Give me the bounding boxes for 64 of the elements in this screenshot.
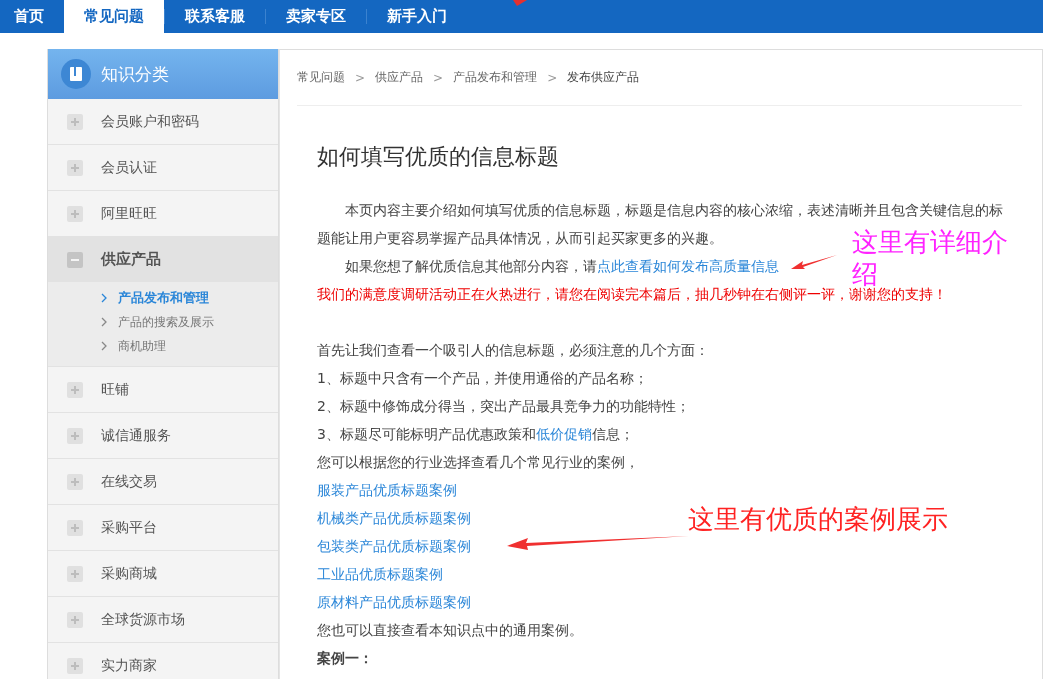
chevron-icon [101,317,108,327]
category-item[interactable]: 会员账户和密码 [48,99,278,144]
category-item[interactable]: 在线交易 [48,459,278,504]
category-item[interactable]: 采购平台 [48,505,278,550]
category-item[interactable]: 供应产品 [48,237,278,282]
plus-icon [67,381,83,398]
subcategory-link[interactable]: 产品发布和管理 [101,286,278,310]
sidebar-title: 知识分类 [101,62,169,86]
plus-icon [67,205,83,222]
case-link[interactable]: 服装产品优质标题案例 [317,482,457,498]
category-item[interactable]: 全球货源市场 [48,597,278,642]
inline-link[interactable]: 低价促销 [535,426,592,442]
category-item[interactable]: 采购商城 [48,551,278,596]
subcategory-link[interactable]: 商机助理 [101,334,278,358]
intro-paragraph-line: 本页内容主要介绍如何填写优质的信息标题，标题是信息内容的核心浓缩，表述清晰并且包含关键信息的标 [344,201,1003,220]
plus-icon [67,657,83,674]
survey-notice: 我们的满意度调研活动正在火热进行，请您在阅读完本篇后，抽几秒钟在右侧评一评，谢谢您的支持！ [317,286,948,304]
case-link[interactable]: 工业品优质标题案例 [317,566,443,582]
nav-tab[interactable]: 首页 [0,0,64,33]
section-heading: 案例一： [317,649,374,668]
category-item[interactable]: 会员认证 [48,145,278,190]
chevron-icon [101,293,108,303]
category-item[interactable]: 实力商家 [48,643,278,679]
plus-icon [67,519,83,536]
breadcrumb-separator: > [355,70,366,85]
article-link[interactable]: 点此查看如何发布高质量信息 [597,258,779,274]
category-item[interactable]: 阿里旺旺 [48,191,278,236]
plus-icon [67,473,83,490]
minus-icon [67,251,83,268]
arrow-tip-icon [513,0,527,6]
breadcrumb-link[interactable]: 发布供应产品 [567,69,640,86]
article-title: 如何填写优质的信息标题 [317,143,560,171]
case-link[interactable]: 包装类产品优质标题案例 [317,538,471,554]
plus-icon [67,427,83,444]
breadcrumb-link[interactable]: 常见问题 [297,69,345,86]
breadcrumb-separator: > [547,70,558,85]
intro-paragraph-line: 题能让用户更容易掌握产品具体情况，从而引起买家更多的兴趣。 [317,229,723,248]
text-line: 2、标题中修饰成分得当，突出产品最具竞争力的功能特性； [317,397,691,416]
breadcrumb-link[interactable]: 供应产品 [375,69,424,86]
nav-tab[interactable]: 新手入门 [367,0,467,33]
intro-paragraph: 如果您想了解优质信息其他部分内容，请点此查看如何发布高质量信息 [344,257,779,276]
text-line: 您也可以直接查看本知识点中的通用案例。 [317,621,584,640]
nav-tab[interactable]: 常见问题 [64,0,164,33]
nav-tab[interactable]: 卖家专区 [266,0,366,33]
plus-icon [67,159,83,176]
text-line: 首先让我们查看一个吸引人的信息标题，必须注意的几个方面： [317,341,710,360]
breadcrumb-separator: > [433,70,444,85]
breadcrumb-link[interactable]: 产品发布和管理 [453,69,538,86]
text-line: 您可以根据您的行业选择查看几个常见行业的案例， [317,453,640,472]
text-line: 1、标题中只含有一个产品，并使用通俗的产品名称； [317,369,649,388]
subcategory-link[interactable]: 产品的搜索及展示 [101,310,278,334]
book-icon [61,59,91,89]
plus-icon [67,611,83,628]
nav-tab[interactable]: 联系客服 [165,0,265,33]
text-line: 3、标题尽可能标明产品优惠政策和低价促销信息； [317,425,635,444]
plus-icon [67,565,83,582]
annotation-text: 这里有优质的案例展示 [688,503,948,535]
category-item[interactable]: 诚信通服务 [48,413,278,458]
plus-icon [67,113,83,130]
case-link[interactable]: 机械类产品优质标题案例 [317,510,471,526]
annotation-arrow [790,254,838,272]
case-link[interactable]: 原材料产品优质标题案例 [317,594,471,610]
chevron-icon [101,341,108,351]
category-item[interactable]: 旺铺 [48,367,278,412]
